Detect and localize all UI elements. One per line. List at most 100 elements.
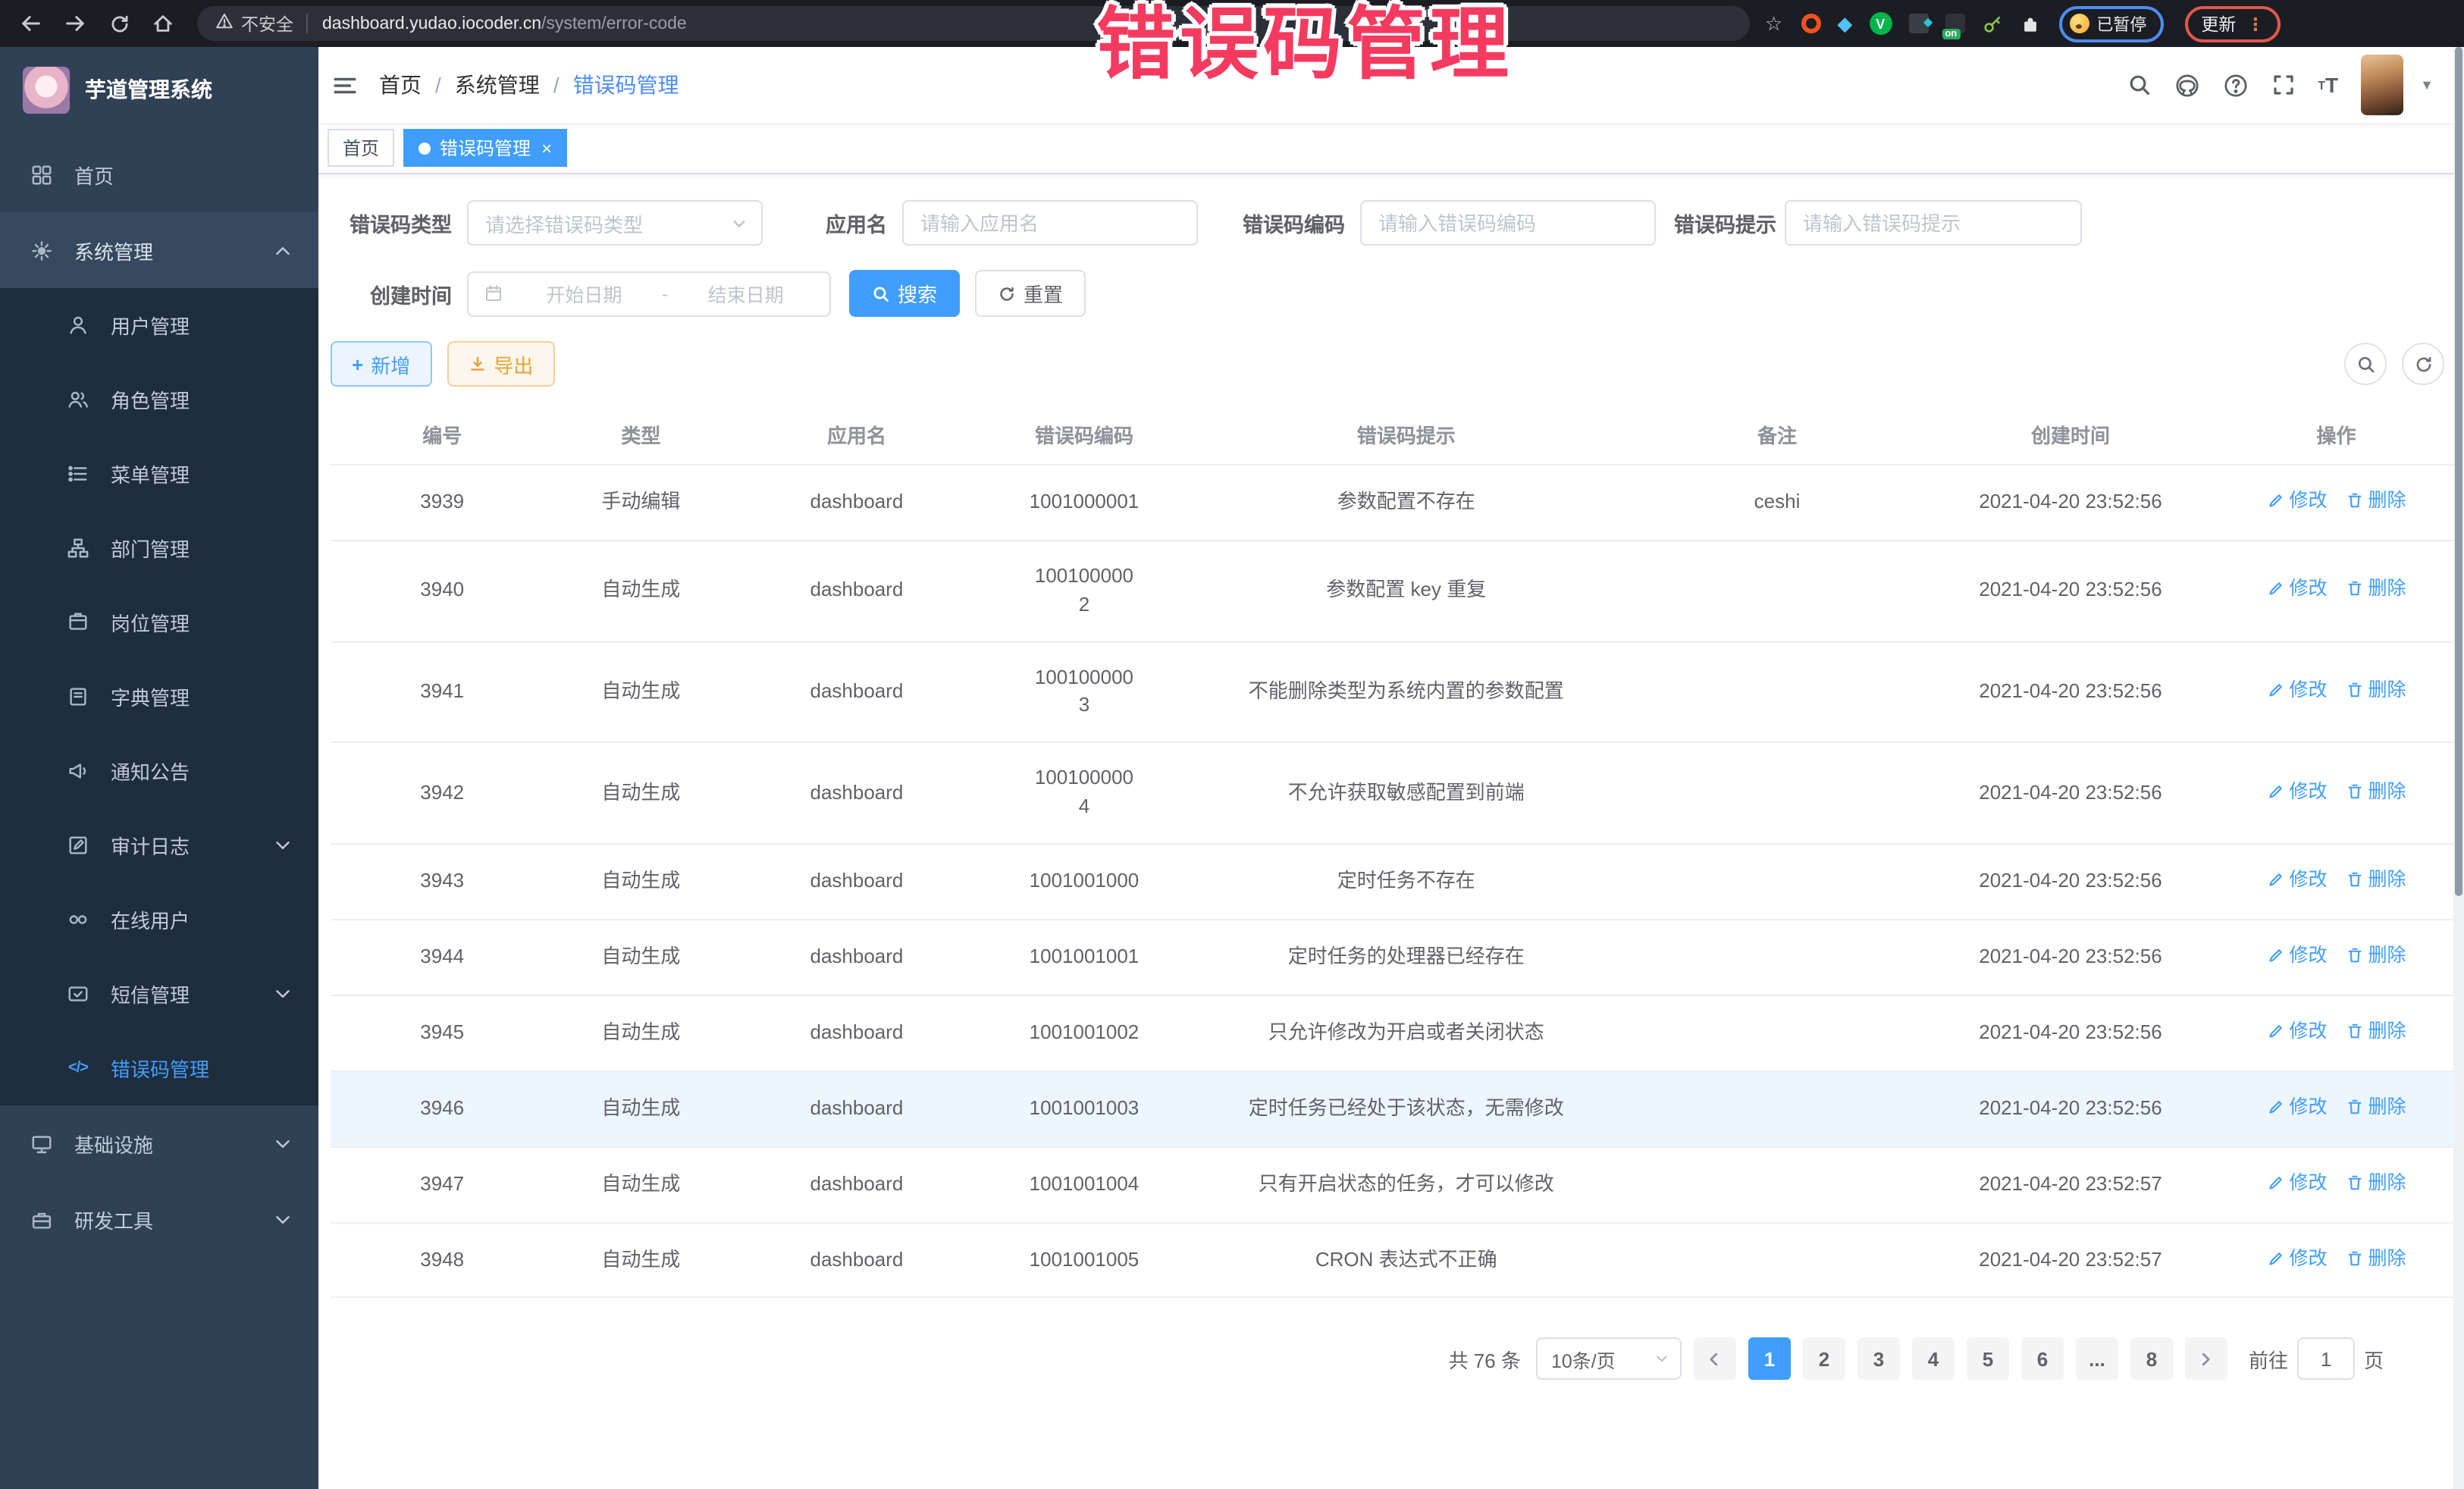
export-button[interactable]: 导出 <box>447 341 554 387</box>
start-date-placeholder[interactable]: 开始日期 <box>516 279 653 308</box>
prev-page-button[interactable] <box>1694 1338 1736 1381</box>
page-button-3[interactable]: 3 <box>1857 1338 1900 1381</box>
page-button-5[interactable]: 5 <box>1967 1338 2009 1381</box>
recorder-paused-badge[interactable]: 已暂停 <box>2058 5 2163 42</box>
filter-code-label: 错误码编码 <box>1231 208 1360 238</box>
grid-cyan-extension-icon[interactable]: ◆ <box>1908 14 1928 33</box>
github-icon[interactable] <box>2174 72 2199 98</box>
security-status[interactable]: 不安全 <box>215 11 293 36</box>
refresh-table-button[interactable] <box>2402 343 2444 385</box>
edit-link[interactable]: 修改 <box>2266 1168 2327 1196</box>
bookmark-star-icon[interactable]: ☆ <box>1765 11 1782 36</box>
edit-link[interactable]: 修改 <box>2266 942 2327 969</box>
browser-update-button[interactable]: 更新 ⋮ <box>2184 5 2281 42</box>
cell-code: 1001001004 <box>986 1146 1183 1222</box>
edit-link[interactable]: 修改 <box>2266 1092 2327 1120</box>
sidebar-item-13[interactable]: 基础设施 <box>0 1105 318 1181</box>
next-page-button[interactable] <box>2185 1338 2227 1381</box>
green-key-extension-icon[interactable] <box>1981 13 2002 34</box>
cell-actions: 修改删除 <box>2216 743 2456 844</box>
delete-link[interactable]: 删除 <box>2346 942 2406 969</box>
error-msg-input[interactable] <box>1785 200 2082 246</box>
on-badge-extension-icon[interactable]: on <box>1945 14 1964 33</box>
page-button-2[interactable]: 2 <box>1803 1338 1845 1381</box>
delete-link[interactable]: 删除 <box>2346 676 2406 704</box>
help-icon[interactable] <box>2222 72 2248 98</box>
page-button-4[interactable]: 4 <box>1912 1338 1955 1381</box>
error-code-input[interactable] <box>1360 200 1656 246</box>
header-search-icon[interactable] <box>2127 73 2151 97</box>
edit-link[interactable]: 修改 <box>2266 1244 2327 1271</box>
sidebar-item-7[interactable]: 字典管理 <box>0 660 318 734</box>
delete-link[interactable]: 删除 <box>2346 487 2406 514</box>
sidebar-item-0[interactable]: 首页 <box>0 136 318 212</box>
page-ellipsis[interactable]: ... <box>2076 1338 2118 1381</box>
page-button-1[interactable]: 1 <box>1748 1338 1791 1381</box>
sidebar-item-5[interactable]: 部门管理 <box>0 511 318 585</box>
reload-icon[interactable] <box>103 8 135 39</box>
caret-down-icon[interactable]: ▼ <box>2420 77 2434 92</box>
forward-icon[interactable] <box>59 8 91 39</box>
edit-link[interactable]: 修改 <box>2266 487 2327 514</box>
delete-link[interactable]: 删除 <box>2346 866 2406 893</box>
sidebar-item-9[interactable]: 审计日志 <box>0 808 318 882</box>
edit-link[interactable]: 修改 <box>2266 575 2327 603</box>
edit-link[interactable]: 修改 <box>2266 777 2327 804</box>
home-icon[interactable] <box>147 8 179 39</box>
edit-link[interactable]: 修改 <box>2266 1017 2327 1045</box>
page-size-select[interactable]: 10条/页 <box>1536 1338 1682 1381</box>
kebab-menu-icon[interactable]: ⋮ <box>2246 13 2264 34</box>
delete-link[interactable]: 删除 <box>2346 1244 2406 1271</box>
sidebar-item-14[interactable]: 研发工具 <box>0 1181 318 1257</box>
green-check-extension-icon[interactable]: V <box>1869 12 1892 35</box>
sidebar-item-3[interactable]: 角色管理 <box>0 362 318 437</box>
cell-remark <box>1629 541 1925 641</box>
tag-0[interactable]: 首页 <box>328 129 394 167</box>
delete-link[interactable]: 删除 <box>2346 777 2406 804</box>
goto-page-input[interactable] <box>2297 1338 2355 1381</box>
puzzle-extension-icon[interactable] <box>2019 13 2040 34</box>
trash-icon <box>2346 1098 2364 1116</box>
error-code-type-select[interactable]: 请选择错误码类型 <box>467 200 763 246</box>
sidebar-item-4[interactable]: 菜单管理 <box>0 437 318 511</box>
sidebar-item-2[interactable]: 用户管理 <box>0 288 318 362</box>
blue-gem-extension-icon[interactable]: ◆ <box>1837 11 1852 36</box>
sidebar-item-10[interactable]: 在线用户 <box>0 882 318 957</box>
delete-link[interactable]: 删除 <box>2346 1168 2406 1196</box>
sidebar-item-1[interactable]: 系统管理 <box>0 212 318 288</box>
avatar[interactable] <box>2361 55 2403 115</box>
edit-icon <box>65 834 91 857</box>
app-name-input[interactable] <box>902 200 1198 246</box>
delete-link[interactable]: 删除 <box>2346 575 2406 603</box>
delete-link[interactable]: 删除 <box>2346 1092 2406 1120</box>
window-scrollbar[interactable] <box>2453 47 2464 1489</box>
reset-button[interactable]: 重置 <box>975 270 1086 317</box>
font-size-icon[interactable]: TT <box>2318 73 2338 97</box>
page-button-8[interactable]: 8 <box>2130 1338 2173 1381</box>
breadcrumb-home[interactable]: 首页 <box>379 70 422 100</box>
orange-ring-extension-icon[interactable] <box>1801 14 1820 33</box>
create-time-range-picker[interactable]: 开始日期 - 结束日期 <box>467 271 831 316</box>
sidebar-item-6[interactable]: 岗位管理 <box>0 585 318 660</box>
hamburger-icon[interactable] <box>332 72 358 98</box>
close-icon[interactable]: × <box>541 137 552 158</box>
url-text[interactable]: dashboard.yudao.iocoder.cn/system/error-… <box>322 14 687 33</box>
breadcrumb-system[interactable]: 系统管理 <box>455 70 540 100</box>
page-button-6[interactable]: 6 <box>2021 1338 2064 1381</box>
sidebar-item-8[interactable]: 通知公告 <box>0 734 318 808</box>
fullscreen-icon[interactable] <box>2271 73 2295 97</box>
delete-link[interactable]: 删除 <box>2346 1017 2406 1045</box>
sidebar-logo[interactable]: 芋道管理系统 <box>0 47 318 132</box>
add-button[interactable]: + 新增 <box>331 341 431 387</box>
edit-link[interactable]: 修改 <box>2266 866 2327 893</box>
sidebar-item-11[interactable]: 短信管理 <box>0 957 318 1031</box>
sidebar-item-12[interactable]: </>错误码管理 <box>0 1031 318 1105</box>
end-date-placeholder[interactable]: 结束日期 <box>677 279 814 308</box>
address-bar[interactable]: 不安全 dashboard.yudao.iocoder.cn/system/er… <box>197 6 1750 41</box>
toggle-search-button[interactable] <box>2344 343 2387 385</box>
tag-1[interactable]: 错误码管理× <box>403 129 567 167</box>
back-icon[interactable] <box>15 8 47 39</box>
search-button[interactable]: 搜索 <box>849 270 960 317</box>
sidebar-item-label: 研发工具 <box>74 1205 271 1234</box>
edit-link[interactable]: 修改 <box>2266 676 2327 704</box>
